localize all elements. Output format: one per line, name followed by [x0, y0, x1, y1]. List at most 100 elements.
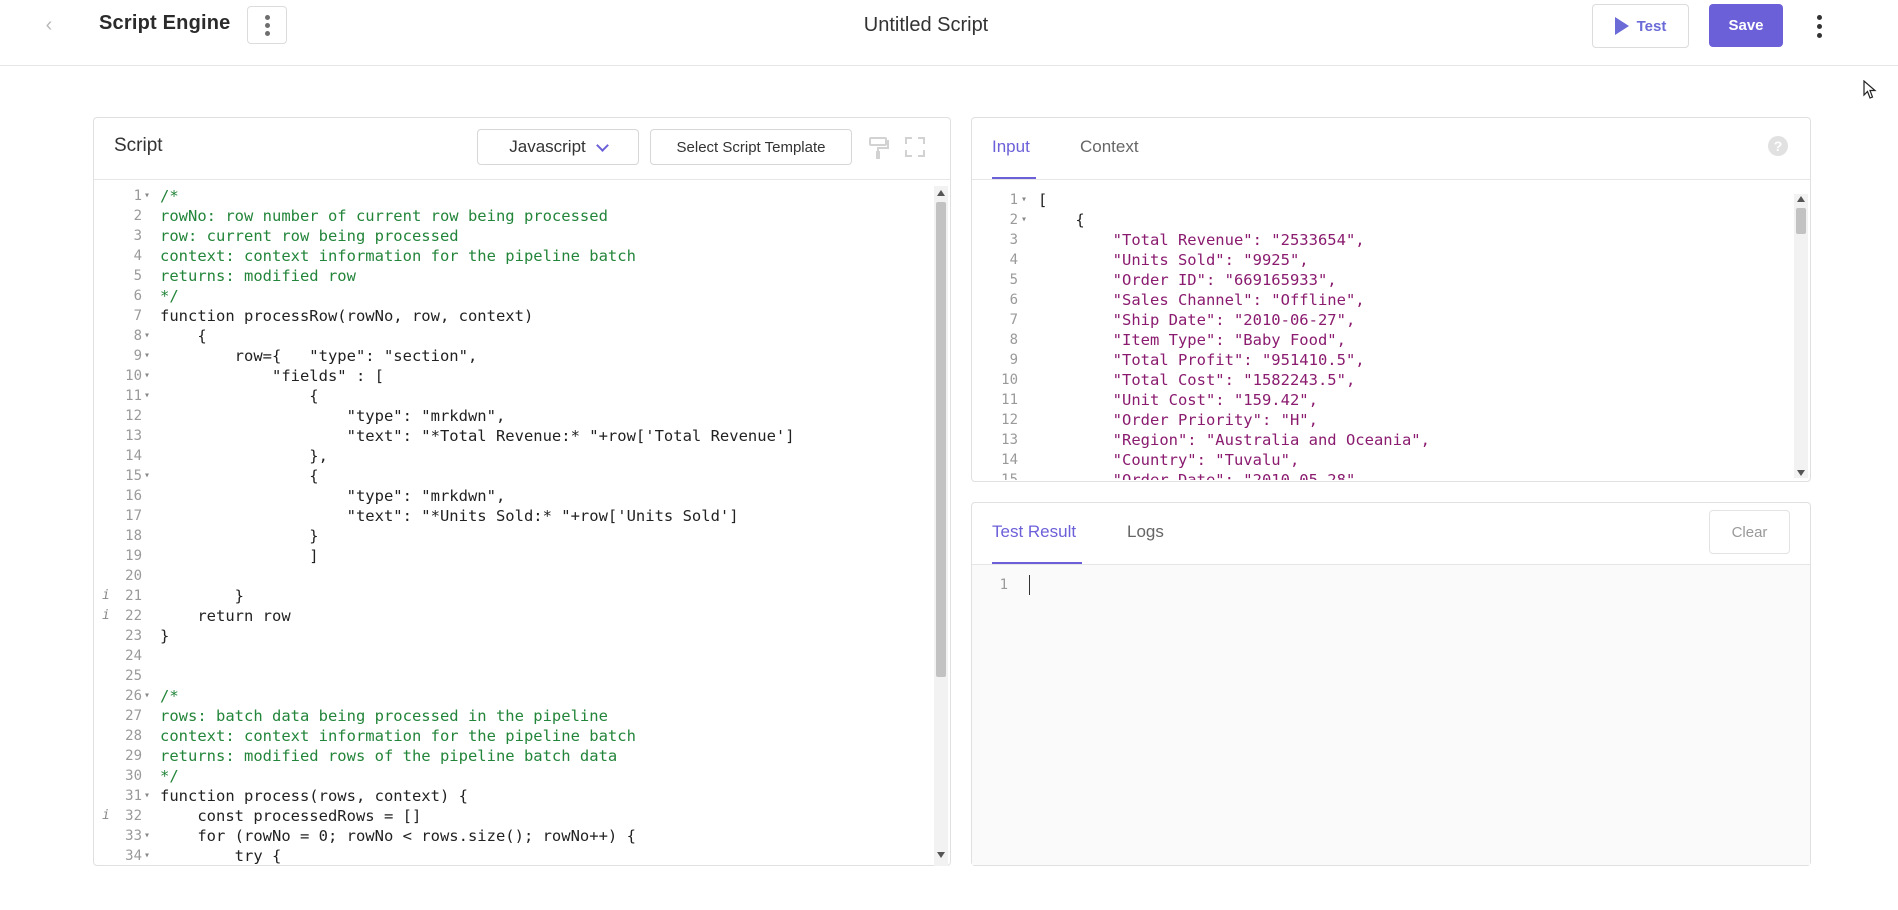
line-number: 9: [133, 348, 142, 364]
code-text: return row: [160, 607, 291, 625]
fold-arrow-icon[interactable]: ▾: [1021, 190, 1027, 210]
fold-arrow-icon[interactable]: ▾: [144, 786, 150, 806]
fold-arrow-icon[interactable]: ▾: [144, 386, 150, 406]
select-script-template-button[interactable]: Select Script Template: [650, 129, 852, 165]
code-text: "fields" : [: [160, 367, 384, 385]
code-line: 3 row: current row being processed: [94, 226, 950, 246]
line-number: 12: [125, 408, 142, 424]
fold-arrow-icon[interactable]: ▾: [1021, 210, 1027, 230]
line-number: 20: [125, 568, 142, 584]
line-number: 30: [125, 768, 142, 784]
code-line: 34 ▾ try {: [94, 846, 950, 866]
line-number: 10: [1001, 372, 1018, 388]
code-text: */: [160, 767, 179, 785]
script-name[interactable]: Untitled Script: [0, 14, 1852, 37]
test-result-editor[interactable]: 1: [972, 565, 1810, 865]
line-number: 15: [1001, 472, 1018, 480]
format-brush-icon[interactable]: [868, 136, 890, 160]
line-number: 8: [1009, 332, 1018, 348]
tab-logs[interactable]: Logs: [1127, 522, 1164, 542]
line-number: 17: [125, 508, 142, 524]
json-line: 11 "Unit Cost": "159.42",: [972, 390, 1810, 410]
text-caret: [1029, 575, 1030, 595]
json-line: 1 ▾ [: [972, 190, 1810, 210]
tab-test-result[interactable]: Test Result: [992, 522, 1076, 542]
code-line: 4 context: context information for the pi…: [94, 246, 950, 266]
code-text: function processRow(rowNo, row, context): [160, 307, 534, 325]
script-panel-header: Script Javascript Select Script Template: [94, 118, 950, 180]
save-button[interactable]: Save: [1709, 4, 1783, 47]
clear-button[interactable]: Clear: [1709, 510, 1790, 554]
fold-arrow-icon[interactable]: ▾: [144, 846, 150, 866]
json-line: 3 "Total Revenue": "2533654",: [972, 230, 1810, 250]
line-number: 15: [125, 468, 142, 484]
test-button[interactable]: Test: [1592, 4, 1689, 48]
line-number: 19: [125, 548, 142, 564]
code-line: 11 ▾ {: [94, 386, 950, 406]
fold-arrow-icon[interactable]: ▾: [144, 686, 150, 706]
code-line: 33 ▾ for (rowNo = 0; rowNo < rows.size();…: [94, 826, 950, 846]
code-line: 6 */: [94, 286, 950, 306]
code-line: 9 ▾ row={ "type": "section",: [94, 346, 950, 366]
json-text: "Country": "Tuvalu",: [1038, 451, 1300, 469]
code-line: 30 */: [94, 766, 950, 786]
code-text: const processedRows = []: [160, 807, 422, 825]
info-icon: i: [102, 588, 110, 603]
code-line: 13 "text": "*Total Revenue:* "+row['Tota…: [94, 426, 950, 446]
code-text: context: context information for the pip…: [160, 727, 636, 745]
line-number: 6: [133, 288, 142, 304]
line-number: 31: [125, 788, 142, 804]
fold-arrow-icon[interactable]: ▾: [144, 326, 150, 346]
json-line: 10 "Total Cost": "1582243.5",: [972, 370, 1810, 390]
fold-arrow-icon[interactable]: ▾: [144, 346, 150, 366]
help-icon[interactable]: ?: [1768, 136, 1788, 156]
script-editor-scrollbar[interactable]: [934, 186, 948, 866]
input-editor-scrollbar[interactable]: [1794, 194, 1808, 478]
script-code-editor[interactable]: 1 ▾/* 2 rowNo: row number of current row be…: [94, 186, 950, 866]
code-text: try {: [160, 847, 282, 865]
line-number: 7: [133, 308, 142, 324]
fold-arrow-icon[interactable]: ▾: [144, 466, 150, 486]
fullscreen-icon[interactable]: [904, 136, 926, 158]
line-number: 3: [1009, 232, 1018, 248]
code-text: rowNo: row number of current row being p…: [160, 207, 608, 225]
more-options-icon[interactable]: [1805, 8, 1833, 44]
json-line: 8 "Item Type": "Baby Food",: [972, 330, 1810, 350]
json-text: [: [1038, 191, 1048, 209]
code-line: 16 "type": "mrkdwn",: [94, 486, 950, 506]
code-line: 23}: [94, 626, 950, 646]
code-line: 15 ▾ {: [94, 466, 950, 486]
fold-arrow-icon[interactable]: ▾: [144, 826, 150, 846]
fold-arrow-icon[interactable]: ▾: [144, 186, 150, 206]
json-line: 6 "Sales Channel": "Offline",: [972, 290, 1810, 310]
code-line: 31 ▾ function process(rows, context) {: [94, 786, 950, 806]
code-line: 32 i const processedRows = []: [94, 806, 950, 826]
line-number: 14: [1001, 452, 1018, 468]
input-panel: Input Context ? 1 ▾[2 ▾ {3 "Total Revenue"…: [971, 117, 1811, 482]
code-line: 1 ▾ /*: [94, 186, 950, 206]
script-panel-title: Script: [114, 135, 163, 156]
language-select[interactable]: Javascript: [477, 129, 639, 165]
json-line: 5 "Order ID": "669165933",: [972, 270, 1810, 290]
tab-context[interactable]: Context: [1080, 137, 1139, 157]
language-select-value: Javascript: [509, 137, 586, 156]
active-tab-indicator: [992, 177, 1036, 179]
code-text: rows: batch data being processed in the …: [160, 707, 608, 725]
fold-arrow-icon[interactable]: ▾: [144, 366, 150, 386]
line-number: 3: [133, 228, 142, 244]
code-line: 17 "text": "*Units Sold:* "+row['Units S…: [94, 506, 950, 526]
code-text: for (rowNo = 0; rowNo < rows.size(); row…: [160, 827, 636, 845]
line-number: 13: [1001, 432, 1018, 448]
play-icon: [1614, 17, 1629, 35]
code-text: "text": "*Total Revenue:* "+row['Total R…: [160, 427, 795, 445]
line-number: 1: [999, 577, 1008, 593]
input-json-editor[interactable]: 1 ▾[2 ▾ {3 "Total Revenue": "2533654", 4 "U…: [972, 190, 1810, 480]
code-line: 28 context: context information for the p…: [94, 726, 950, 746]
code-line: 7 function processRow(rowNo, row, context…: [94, 306, 950, 326]
line-number: 4: [1009, 252, 1018, 268]
line-number: 33: [125, 828, 142, 844]
json-text: "Units Sold": "9925",: [1038, 251, 1309, 269]
tab-input[interactable]: Input: [992, 137, 1030, 157]
line-number: 9: [1009, 352, 1018, 368]
code-text: row={ "type": "section",: [160, 347, 478, 365]
